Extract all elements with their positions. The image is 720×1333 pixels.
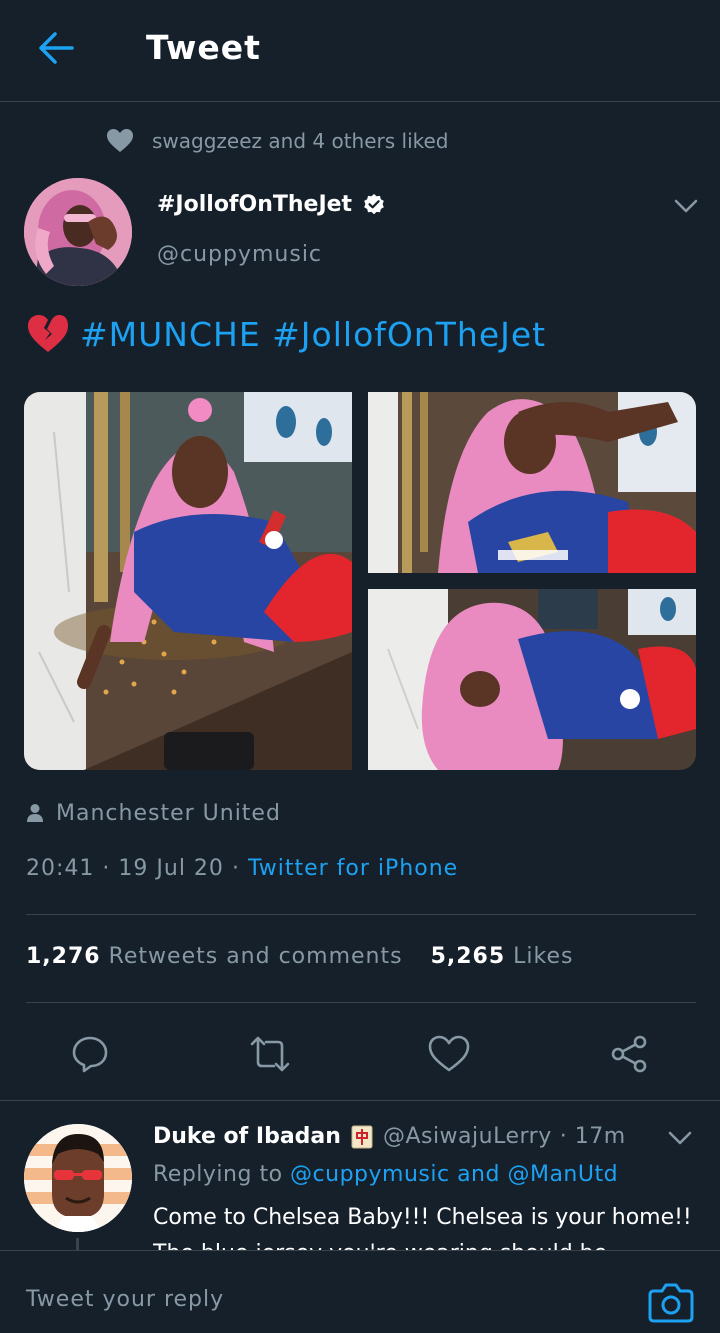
- reply-icon: [72, 1036, 108, 1073]
- tweet-photo-3[interactable]: [368, 589, 696, 770]
- replying-prefix: Replying to: [153, 1162, 283, 1187]
- reply-text: Come to Chelsea Baby!!! Chelsea is your …: [153, 1205, 692, 1250]
- reply-author-avatar[interactable]: [24, 1124, 132, 1232]
- location-text: Manchester United: [56, 800, 281, 826]
- verified-badge-icon: [364, 193, 384, 214]
- avatar-image: [24, 1124, 132, 1232]
- tweet-action-bar: [0, 1022, 720, 1082]
- reply-input-placeholder[interactable]: Tweet your reply: [26, 1287, 224, 1312]
- like-icon: [428, 1035, 470, 1072]
- retweets-label: Retweets and comments: [108, 944, 403, 969]
- tweet-text: #MUNCHE #JollofOnTheJet: [26, 312, 546, 356]
- tweet-photo-1[interactable]: [24, 392, 352, 770]
- meta-separator: ·: [231, 856, 240, 881]
- camera-button[interactable]: [648, 1281, 694, 1323]
- social-context: swaggzeez and 4 others liked: [106, 124, 449, 158]
- arrow-left-icon: [39, 32, 74, 64]
- tweet-stats: 1,276 Retweets and comments 5,265 Likes: [26, 944, 574, 969]
- media-grid: [24, 392, 696, 770]
- reply-author-name[interactable]: Duke of Ibadan: [153, 1124, 341, 1149]
- replying-and: and: [457, 1162, 500, 1187]
- avatar-image: [24, 178, 132, 286]
- mahjong-emoji-icon: [351, 1125, 373, 1148]
- reply-header: Duke of Ibadan @AsiwajuLerry · 17m: [153, 1124, 626, 1149]
- heart-icon: [107, 129, 133, 152]
- divider: [26, 914, 696, 915]
- share-button[interactable]: [605, 1030, 653, 1078]
- display-name-text: #JollofOnTheJet: [157, 192, 353, 217]
- reply-time: · 17m: [559, 1124, 626, 1149]
- mention-link[interactable]: @cuppymusic: [290, 1162, 450, 1187]
- reply-button[interactable]: [66, 1030, 114, 1078]
- retweet-icon: [250, 1036, 290, 1072]
- app-header: Tweet: [0, 0, 720, 102]
- person-icon: [27, 804, 43, 822]
- tweet-source-link[interactable]: Twitter for iPhone: [248, 856, 458, 881]
- tweet-hashtags[interactable]: #MUNCHE #JollofOnTheJet: [80, 315, 546, 354]
- retweets-count: 1,276: [26, 944, 101, 969]
- camera-icon: [648, 1283, 694, 1323]
- author-handle: @cuppymusic: [157, 242, 323, 267]
- likes-stat[interactable]: 5,265 Likes: [431, 944, 574, 969]
- page-title: Tweet: [146, 28, 261, 67]
- social-context-text: swaggzeez and 4 others liked: [152, 129, 449, 153]
- retweet-button[interactable]: [246, 1030, 294, 1078]
- replying-to: Replying to @cuppymusic and @ManUtd: [153, 1162, 618, 1187]
- chevron-down-icon[interactable]: [670, 190, 702, 222]
- tweet-timestamp: 20:41 · 19 Jul 20 · Twitter for iPhone: [26, 856, 458, 881]
- author-avatar[interactable]: [24, 178, 132, 286]
- likes-label: Likes: [513, 944, 574, 969]
- tweet-date: 19 Jul 20: [118, 856, 224, 881]
- back-button[interactable]: [30, 22, 82, 74]
- tweet-location[interactable]: Manchester United: [26, 796, 281, 830]
- reply-author-handle: @AsiwajuLerry: [382, 1124, 552, 1149]
- broken-heart-emoji-icon: [28, 315, 68, 352]
- likes-count: 5,265: [430, 944, 506, 969]
- divider: [26, 1002, 696, 1003]
- tweet-photo-2[interactable]: [368, 392, 696, 573]
- share-icon: [611, 1035, 647, 1073]
- chevron-down-icon[interactable]: [664, 1122, 696, 1154]
- mention-link[interactable]: @ManUtd: [507, 1162, 618, 1187]
- reply-composer[interactable]: Tweet your reply: [0, 1250, 720, 1333]
- retweets-stat[interactable]: 1,276 Retweets and comments: [26, 944, 403, 969]
- meta-separator: ·: [102, 856, 111, 881]
- tweet-time: 20:41: [26, 856, 95, 881]
- like-button[interactable]: [425, 1030, 473, 1078]
- author-display-name[interactable]: #JollofOnTheJet: [157, 192, 386, 217]
- divider: [0, 1100, 720, 1101]
